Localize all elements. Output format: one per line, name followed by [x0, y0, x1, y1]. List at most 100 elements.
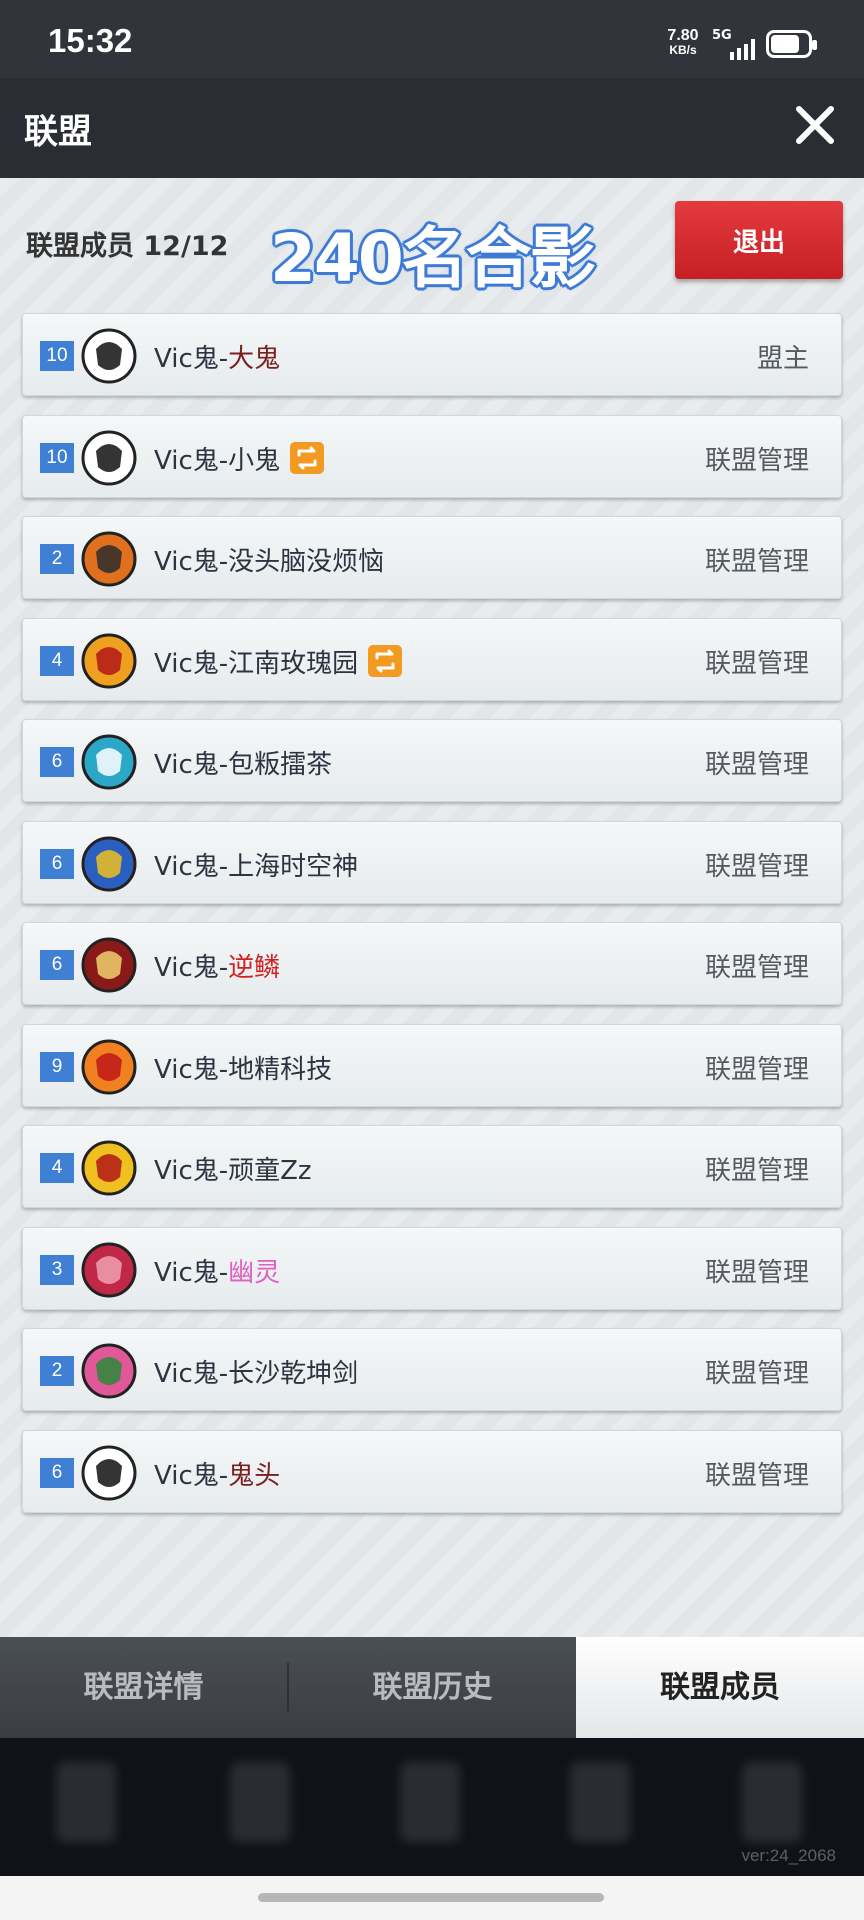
member-level-badge: 2: [40, 1356, 74, 1386]
star-emblem-icon: [81, 1242, 137, 1297]
member-role: 联盟管理: [704, 1359, 809, 1389]
member-name-prefix: Vic鬼-: [154, 1359, 229, 1389]
tab-alliance-members[interactable]: 联盟成员: [576, 1637, 864, 1738]
member-role: 联盟管理: [704, 445, 809, 476]
member-name-prefix: Vic鬼-: [154, 1460, 229, 1491]
net-speed: 7.80 KB/s: [662, 28, 704, 58]
status-time: 15:32: [48, 22, 133, 59]
member-level-badge: 3: [40, 1254, 74, 1285]
member-row[interactable]: 3 Vic鬼-幽灵 联盟管理: [22, 1226, 842, 1310]
member-name: Vic鬼-江南玫瑰园: [154, 643, 403, 681]
battery-icon: [766, 30, 817, 58]
member-nickname: 没头脑没烦恼: [228, 547, 385, 577]
blurred-item: [742, 1762, 802, 1842]
member-role: 联盟管理: [704, 750, 809, 780]
member-level-badge: 2: [40, 544, 74, 574]
member-name: Vic鬼-地精科技: [154, 1049, 332, 1086]
blurred-item: [570, 1762, 630, 1842]
member-name: Vic鬼-鬼头: [154, 1455, 280, 1492]
overlay-banner-text: 240名合影: [270, 220, 596, 297]
member-row[interactable]: 9 Vic鬼-地精科技 联盟管理: [22, 1023, 842, 1107]
boar-emblem-icon: [81, 633, 137, 688]
title-bar: 联盟: [0, 78, 864, 178]
home-indicator[interactable]: [258, 1893, 604, 1902]
member-row[interactable]: 6 Vic鬼-鬼头 联盟管理: [22, 1429, 842, 1513]
eagle-emblem-icon: [81, 836, 137, 891]
page-title: 联盟: [24, 112, 92, 152]
member-name-prefix: Vic鬼-: [154, 1257, 229, 1288]
member-row[interactable]: 6 Vic鬼-逆鳞 联盟管理: [22, 922, 842, 1005]
exit-button[interactable]: 退出: [675, 201, 843, 279]
status-bar: 15:32 7.80 KB/s 5G: [0, 0, 864, 78]
member-row[interactable]: 6 Vic鬼-包粄擂茶 联盟管理: [22, 719, 842, 802]
member-role: 联盟管理: [704, 851, 809, 882]
member-nickname: 地精科技: [228, 1054, 333, 1085]
member-row[interactable]: 2 Vic鬼-没头脑没烦恼 联盟管理: [22, 516, 842, 599]
member-level-badge: 10: [40, 442, 74, 473]
member-level-badge: 6: [40, 848, 74, 879]
member-row[interactable]: 4 Vic鬼-江南玫瑰园 联盟管理: [22, 617, 842, 701]
member-role: 联盟管理: [704, 953, 809, 983]
bull-emblem-icon: [81, 1039, 137, 1094]
member-name: Vic鬼-逆鳞: [154, 947, 280, 984]
member-name: Vic鬼-包粄擂茶: [154, 744, 332, 781]
swap-icon: [368, 645, 403, 677]
member-name: Vic鬼-幽灵: [154, 1252, 280, 1289]
tab-alliance-details[interactable]: 联盟详情: [0, 1637, 287, 1738]
spartan-emblem-icon: [81, 1140, 137, 1196]
blurred-item: [56, 1762, 116, 1842]
member-level-badge: 4: [40, 645, 74, 676]
member-role: 联盟管理: [704, 648, 809, 679]
member-nickname: 江南玫瑰园: [228, 648, 359, 679]
tab-alliance-history[interactable]: 联盟历史: [289, 1637, 576, 1738]
member-name-prefix: Vic鬼-: [154, 547, 229, 577]
member-role: 联盟管理: [704, 1257, 809, 1288]
blurred-item: [400, 1762, 460, 1842]
member-name-prefix: Vic鬼-: [154, 1054, 229, 1085]
blurred-item: [230, 1762, 290, 1842]
net-speed-unit: KB/s: [669, 43, 697, 57]
member-nickname: 顽童Zz: [228, 1156, 312, 1186]
member-name: Vic鬼-上海时空神: [154, 846, 358, 883]
member-role: 联盟管理: [704, 1054, 809, 1085]
close-icon[interactable]: [790, 100, 840, 150]
member-name: Vic鬼-小鬼: [154, 440, 325, 478]
member-role: 联盟管理: [704, 1156, 809, 1186]
skull-emblem-icon: [81, 1445, 137, 1500]
member-name: Vic鬼-长沙乾坤剑: [154, 1353, 358, 1390]
member-row[interactable]: 2 Vic鬼-长沙乾坤剑 联盟管理: [22, 1328, 842, 1411]
signal-icon: [730, 39, 755, 60]
member-nickname: 小鬼: [228, 445, 281, 476]
net-speed-value: 7.80: [667, 27, 699, 44]
panda-emblem-icon: [81, 430, 137, 485]
member-name: Vic鬼-顽童Zz: [154, 1150, 312, 1187]
member-name-prefix: Vic鬼-: [154, 344, 229, 374]
member-name: Vic鬼-大鬼: [154, 338, 280, 375]
member-list: 10 Vic鬼-大鬼 盟主 10 Vic鬼-小鬼 联盟管理 2 Vic鬼-没头脑没烦恼 联盟管理…: [22, 313, 842, 1531]
member-role: 盟主: [756, 344, 809, 374]
member-row[interactable]: 10 Vic鬼-小鬼 联盟管理: [22, 414, 842, 498]
member-name-prefix: Vic鬼-: [154, 445, 229, 476]
member-name-prefix: Vic鬼-: [154, 953, 229, 983]
member-level-badge: 6: [40, 1457, 74, 1488]
panda-emblem-icon: [81, 328, 137, 384]
member-row[interactable]: 6 Vic鬼-上海时空神 联盟管理: [22, 820, 842, 904]
member-role: 联盟管理: [704, 547, 809, 577]
member-count-label: 联盟成员 12/12: [26, 231, 229, 262]
member-name: Vic鬼-没头脑没烦恼: [154, 541, 384, 578]
swap-icon: [290, 442, 325, 474]
member-nickname: 长沙乾坤剑: [228, 1359, 359, 1389]
member-nickname: 上海时空神: [228, 851, 359, 882]
member-role: 联盟管理: [704, 1460, 809, 1491]
member-level-badge: 9: [40, 1051, 74, 1082]
member-name-prefix: Vic鬼-: [154, 851, 229, 882]
member-row[interactable]: 4 Vic鬼-顽童Zz 联盟管理: [22, 1125, 842, 1208]
system-nav-bar: [0, 1876, 864, 1920]
knight-shield-emblem-icon: [81, 531, 137, 587]
version-label: ver:24_2068: [741, 1846, 836, 1865]
member-row[interactable]: 10 Vic鬼-大鬼 盟主: [22, 313, 842, 396]
hexagon-emblem-icon: [81, 734, 137, 790]
member-level-badge: 6: [40, 950, 74, 980]
member-nickname: 鬼头: [228, 1460, 281, 1491]
member-name-prefix: Vic鬼-: [154, 750, 229, 780]
